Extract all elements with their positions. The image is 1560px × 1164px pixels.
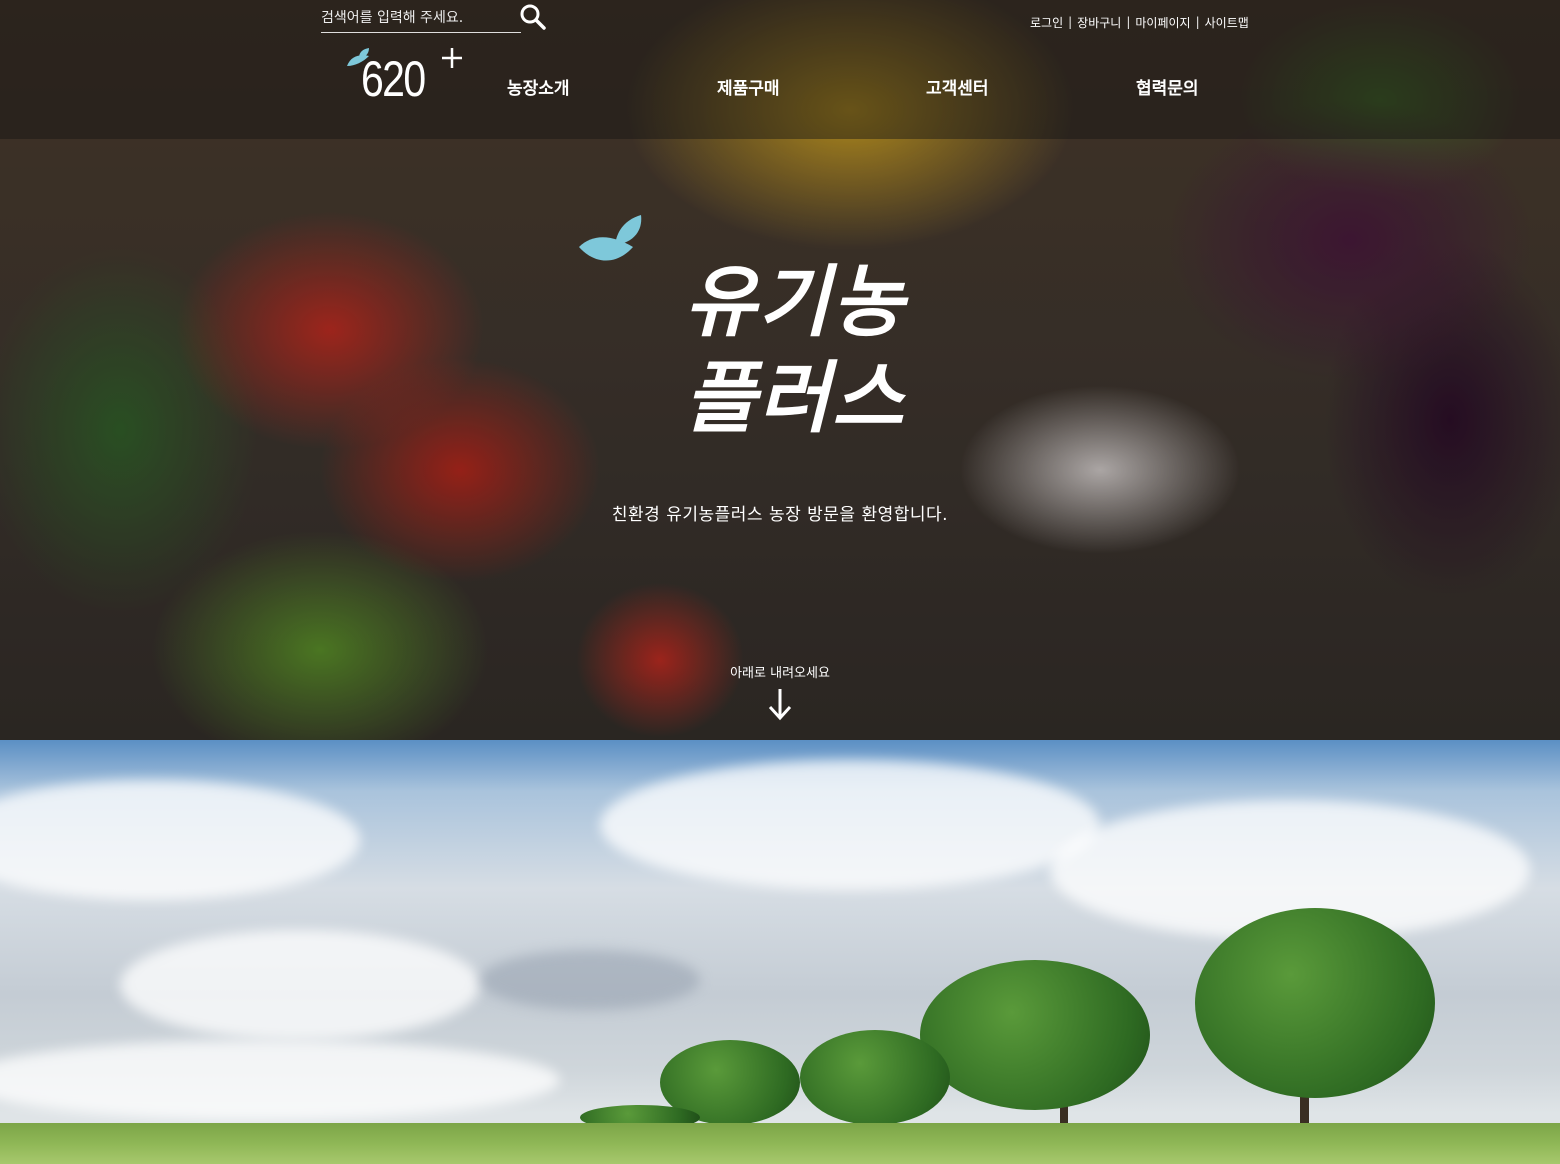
nav-product-purchase[interactable]: 제품구매 [717,74,780,99]
logo[interactable]: 620 [345,44,470,114]
cloud [0,1040,560,1120]
header-bar [0,0,1560,139]
plus-icon [442,48,462,68]
search-box [321,4,521,33]
util-separator: | [1126,15,1131,29]
farm-landscape-section [0,740,1560,1164]
tree [1195,908,1435,1098]
search-button[interactable] [519,3,547,31]
nav-farm-intro[interactable]: 농장소개 [507,74,570,99]
hero-subtitle: 친환경 유기농플러스 농장 방문을 환영합니다. [611,505,949,525]
utility-links: 로그인 | 장바구니 | 마이페이지 | 사이트맵 [1030,13,1249,31]
search-input[interactable] [321,4,521,32]
cart-link[interactable]: 장바구니 [1077,14,1121,31]
tree [800,1030,950,1125]
cloud [120,930,480,1040]
util-separator: | [1195,15,1200,29]
hero-section: 로그인 | 장바구니 | 마이페이지 | 사이트맵 620 농장소개 제품구매 … [0,0,1560,740]
nav-partnership[interactable]: 협력문의 [1136,74,1199,99]
wheat-field [0,1123,1560,1164]
cloud [0,780,360,900]
scroll-down-button[interactable]: 아래로 내려오세요 [700,662,860,721]
util-separator: | [1068,15,1073,29]
cloud [480,950,700,1010]
mypage-link[interactable]: 마이페이지 [1135,14,1190,31]
hero-title-text: 유기농 플러스 [684,257,906,444]
nav-customer-center[interactable]: 고객센터 [926,74,989,99]
logo-text: 620 [361,51,426,107]
search-icon [520,4,546,30]
sitemap-link[interactable]: 사이트맵 [1205,14,1249,31]
tree [920,960,1150,1110]
login-link[interactable]: 로그인 [1030,14,1063,31]
hero-title: 유기농 플러스 [575,215,955,490]
cloud [600,760,1100,890]
scroll-down-label: 아래로 내려오세요 [730,666,830,681]
arrow-down-icon [768,689,792,721]
